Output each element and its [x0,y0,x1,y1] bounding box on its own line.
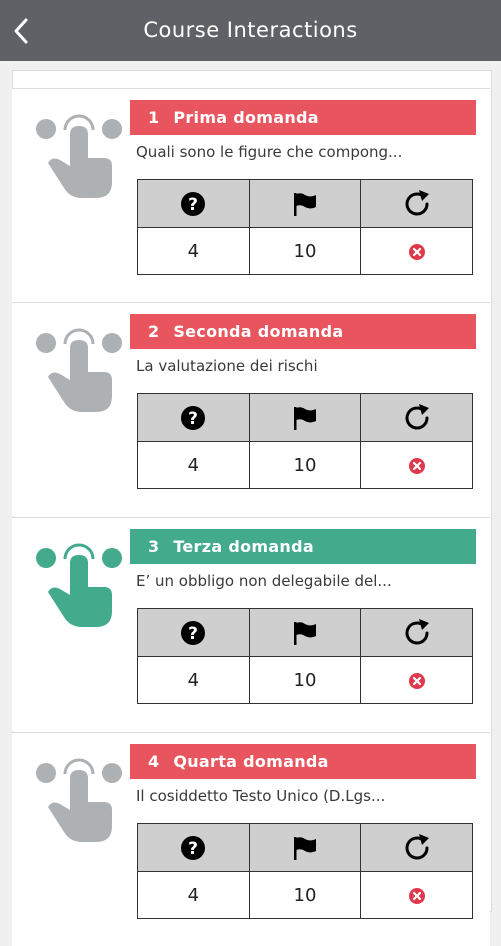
tap-gesture-icon [36,114,122,198]
question-circle-icon: ? [181,191,206,216]
svg-text:?: ? [188,195,198,215]
top-bar: Course Interactions [0,0,501,61]
tap-gesture-icon [36,328,122,412]
retry-header [360,179,473,228]
svg-text:?: ? [188,624,198,644]
flag-icon [293,621,316,645]
attempts-value: 4 [137,227,250,275]
question-description: La valutazione dei rischi [136,357,318,375]
question-item[interactable]: 1 Prima domanda Quali sono le figure che… [12,88,490,302]
question-title-text: Terza domanda [173,537,314,556]
question-stats-table: ? 4 10 [137,179,473,275]
question-title: 3 Terza domanda [130,529,476,564]
flag-icon [293,406,316,430]
retry-header [360,823,473,872]
status-cell [360,441,473,489]
retry-header [360,393,473,442]
status-cell [360,871,473,919]
question-description: Il cosiddetto Testo Unico (D.Lgs... [136,787,386,805]
question-title: 2 Seconda domanda [130,314,476,349]
question-title-text: Seconda domanda [173,322,344,341]
status-cell [360,227,473,275]
attempts-header: ? [137,608,250,657]
question-title: 4 Quarta domanda [130,744,476,779]
attempts-header: ? [137,179,250,228]
question-circle-icon: ? [181,835,206,860]
question-title-text: Quarta domanda [173,752,329,771]
tap-gesture-icon [36,758,122,842]
points-value: 10 [248,871,362,919]
question-description: Quali sono le figure che compong... [136,143,403,161]
incorrect-x-icon [408,887,425,904]
flag-icon [293,836,316,860]
attempts-value: 4 [137,871,250,919]
retry-icon [405,618,429,644]
attempts-value: 4 [137,441,250,489]
flag-icon [293,192,316,216]
tap-gesture-icon [36,543,122,627]
question-circle-icon: ? [181,620,206,645]
retry-icon [405,833,429,859]
svg-text:?: ? [188,409,198,429]
question-item[interactable]: 2 Seconda domanda La valutazione dei ris… [12,302,490,516]
retry-header [360,608,473,657]
retry-icon [405,189,429,215]
question-stats-table: ? 4 10 [137,823,473,919]
points-header [248,823,362,872]
question-item[interactable]: 3 Terza domanda E’ un obbligo non delega… [12,517,490,731]
attempts-value: 4 [137,656,250,704]
points-header [248,608,362,657]
question-item[interactable]: 4 Quarta domanda Il cosiddetto Testo Uni… [12,732,490,946]
points-value: 10 [248,441,362,489]
question-description: E’ un obbligo non delegabile del... [136,572,392,590]
question-stats-table: ? 4 10 [137,608,473,704]
incorrect-x-icon [408,243,425,260]
question-circle-icon: ? [181,405,206,430]
question-title-text: Prima domanda [173,108,319,127]
status-cell [360,656,473,704]
incorrect-x-icon [408,457,425,474]
points-header [248,179,362,228]
attempts-header: ? [137,823,250,872]
question-number: 3 [148,537,160,556]
question-number: 4 [148,752,160,771]
points-value: 10 [248,656,362,704]
question-number: 1 [148,108,160,127]
svg-text:?: ? [188,839,198,859]
points-header [248,393,362,442]
retry-icon [405,403,429,429]
question-title: 1 Prima domanda [130,100,476,135]
question-stats-table: ? 4 10 [137,393,473,489]
points-value: 10 [248,227,362,275]
incorrect-x-icon [408,672,425,689]
attempts-header: ? [137,393,250,442]
question-number: 2 [148,322,160,341]
page-title: Course Interactions [143,18,358,42]
